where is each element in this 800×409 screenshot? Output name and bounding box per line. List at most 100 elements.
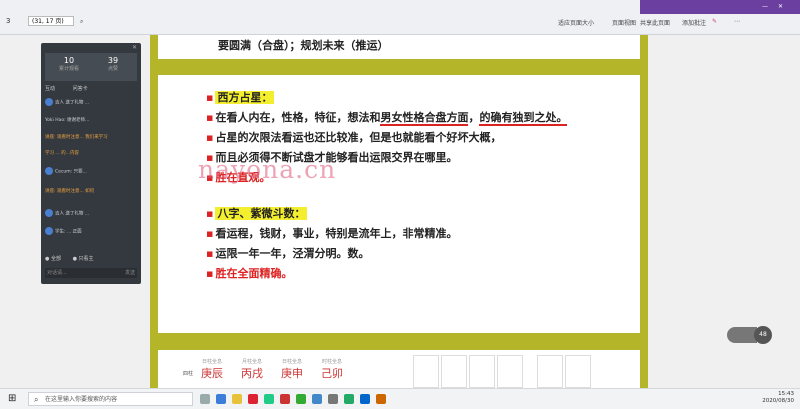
pillar-col: 日柱全息 庚申 [275, 358, 309, 381]
app-icon[interactable] [264, 394, 274, 404]
recorder-bar[interactable] [727, 327, 757, 343]
s1-line1-b: 男女性格合盘方面 [380, 111, 469, 126]
s1-line1-d: 的确有独到之处。 [479, 111, 568, 126]
avatar [45, 98, 53, 106]
section2-title: 八字、紫微斗数： [215, 207, 308, 220]
section1-title: 西方占星： [215, 91, 275, 104]
slide-frame: 要圆满（合盘）；规划未来（推运） ▪ 西方占星： ▪ 在看人内在，性格，特征，想法和… [150, 35, 648, 388]
slide-page: ▪ 西方占星： ▪ 在看人内在，性格，特征，想法和男女性格合盘方面，的确有独到之处。… [158, 75, 640, 333]
chat-message: 学生: ... 正面 [45, 227, 137, 236]
s1-line2: ▪ 占星的次限法看运也还比较准，但是也就能看个好坏大概， [206, 131, 502, 144]
app-icon[interactable] [376, 394, 386, 404]
chat-options: ● 全部 ● 只看主 [45, 255, 94, 262]
s1-line1-c: ， [468, 111, 480, 124]
app-icon[interactable] [248, 394, 258, 404]
s2-line1-text: 看运程，钱财，事业，特别是流年上，非常精准。 [215, 227, 458, 240]
pillar-col: 时柱全息 己卯 [315, 358, 349, 381]
chat-input[interactable]: 对话请... [45, 268, 137, 278]
minimize-icon[interactable]: — [762, 3, 768, 10]
windows-start-icon[interactable]: ⊞ [8, 393, 20, 405]
recorder-badge[interactable]: 48 [754, 326, 772, 344]
side-box [441, 355, 467, 388]
tab-qa[interactable]: 问答卡 [73, 86, 88, 92]
share-button[interactable]: 共享此页面 [640, 18, 670, 27]
chat-tabs: 互动 问答卡 [45, 85, 88, 92]
task-view-icon[interactable] [200, 394, 210, 404]
pen-icon[interactable]: ✎ [712, 18, 717, 25]
wechat-icon[interactable] [296, 394, 306, 404]
close-icon[interactable]: ✕ [778, 3, 783, 10]
chat-message: 吉人 送了礼物 ... [45, 209, 137, 218]
chat-message: 学习 ... 的...内容 [45, 151, 79, 156]
edge-icon[interactable] [216, 394, 226, 404]
title-bar-accent [640, 0, 800, 14]
pillar-top: 日柱全息 [281, 359, 302, 365]
taskbar-search[interactable]: ⌕ 在这里输入你要搜索的内容 [28, 392, 193, 406]
app-icon[interactable] [344, 394, 354, 404]
send-button[interactable]: 发送 [125, 269, 135, 276]
chat-message: 讲座: 观看时注意... 如何 [45, 189, 95, 194]
filter-host-radio[interactable]: ● 只看主 [73, 256, 94, 262]
search-placeholder: 在这里输入你要搜索的内容 [45, 396, 118, 403]
app-icon[interactable] [360, 394, 370, 404]
s2-line1: ▪ 看运程，钱财，事业，特别是流年上，非常精准。 [206, 227, 458, 240]
system-clock[interactable]: 15:43 2020/08/30 [762, 391, 794, 405]
tab-interact[interactable]: 互动 [45, 86, 55, 92]
notes-button[interactable]: 添加批注 [682, 18, 706, 27]
filter-all-radio[interactable]: ● 全部 [45, 256, 61, 262]
pillar-top: 时柱全息 [321, 359, 342, 365]
top-line: 要圆满（合盘）；规划未来（推运） [218, 39, 389, 52]
section2-heading: ▪ 八字、紫微斗数： [206, 207, 308, 220]
page-input[interactable]: (31, 17 页) [28, 16, 74, 26]
likes-count: 39 [107, 56, 119, 65]
side-box [497, 355, 523, 388]
s2-line2: ▪ 运限一年一年，泾渭分明。数。 [206, 247, 370, 260]
chat-message: 讲座: 观看时注意... 我们来学习 [45, 135, 108, 140]
pillar-col: 日柱全息 庚辰 [195, 358, 229, 381]
chat-message: 吉人 送了礼物 ... [45, 98, 137, 107]
s1-line1-a: 在看人内在，性格，特征，想法和 [215, 111, 381, 124]
pillar-value: 丙戌 [241, 367, 263, 380]
clock-time: 15:43 [778, 391, 794, 397]
pillar-top: 日柱全息 [201, 359, 222, 365]
close-icon[interactable]: ✕ [132, 44, 137, 51]
page-number: 3 [6, 17, 11, 25]
viewer-toolbar: 3 (31, 17 页) ⌕ 适应页面大小 页面视图 共享此页面 添加批注 ✎ … [0, 0, 800, 35]
search-icon[interactable]: ⌕ [80, 18, 83, 26]
page-view-button[interactable]: 页面视图 [612, 18, 636, 27]
app-icon[interactable] [328, 394, 338, 404]
app-icon[interactable] [312, 394, 322, 404]
likes-label: 点赞 [107, 66, 118, 72]
section1-heading: ▪ 西方占星： [206, 91, 275, 104]
side-box [537, 355, 563, 388]
folder-icon[interactable] [232, 394, 242, 404]
stats-bar: 10 累计观看 39 点赞 [45, 53, 137, 81]
avatar [45, 167, 53, 175]
s2-line3: ▪ 胜在全面精确。 [206, 267, 293, 280]
pillar-value: 庚辰 [201, 367, 223, 380]
pillar-value: 庚申 [281, 367, 303, 380]
s1-line1: ▪ 在看人内在，性格，特征，想法和男女性格合盘方面，的确有独到之处。 [206, 111, 568, 126]
row-label: 四柱 [183, 371, 194, 377]
search-icon: ⌕ [34, 395, 39, 404]
viewers-label: 累计观看 [58, 66, 79, 72]
avatar [45, 227, 53, 235]
viewers-count: 10 [63, 56, 75, 65]
side-box [469, 355, 495, 388]
slide-previous-page: 要圆满（合盘）；规划未来（推运） [158, 35, 640, 59]
avatar [45, 209, 53, 217]
likes-stat: 39 点赞 [93, 56, 133, 72]
chat-message: Yoki Hao: 谢谢老师... [45, 118, 90, 123]
s2-line2-text: 运限一年一年，泾渭分明。数。 [215, 247, 370, 260]
app-icon[interactable] [280, 394, 290, 404]
fit-width-button[interactable]: 适应页面大小 [558, 18, 594, 27]
s2-line3-text: 胜在全面精确。 [215, 267, 293, 280]
live-chat-panel: ✕ 10 累计观看 39 点赞 互动 问答卡 吉人 送了礼物 ... Yoki Ha… [41, 43, 141, 284]
chat-message: Cecum: 只要... [45, 167, 137, 176]
clock-date: 2020/08/30 [762, 398, 794, 404]
side-box [565, 355, 591, 388]
pillar-col: 月柱全息 丙戌 [235, 358, 269, 381]
more-icon[interactable]: ⋯ [734, 18, 740, 25]
s1-line2-text: 占星的次限法看运也还比较准，但是也就能看个好坏大概， [215, 131, 502, 144]
viewers-stat: 10 累计观看 [49, 56, 89, 72]
